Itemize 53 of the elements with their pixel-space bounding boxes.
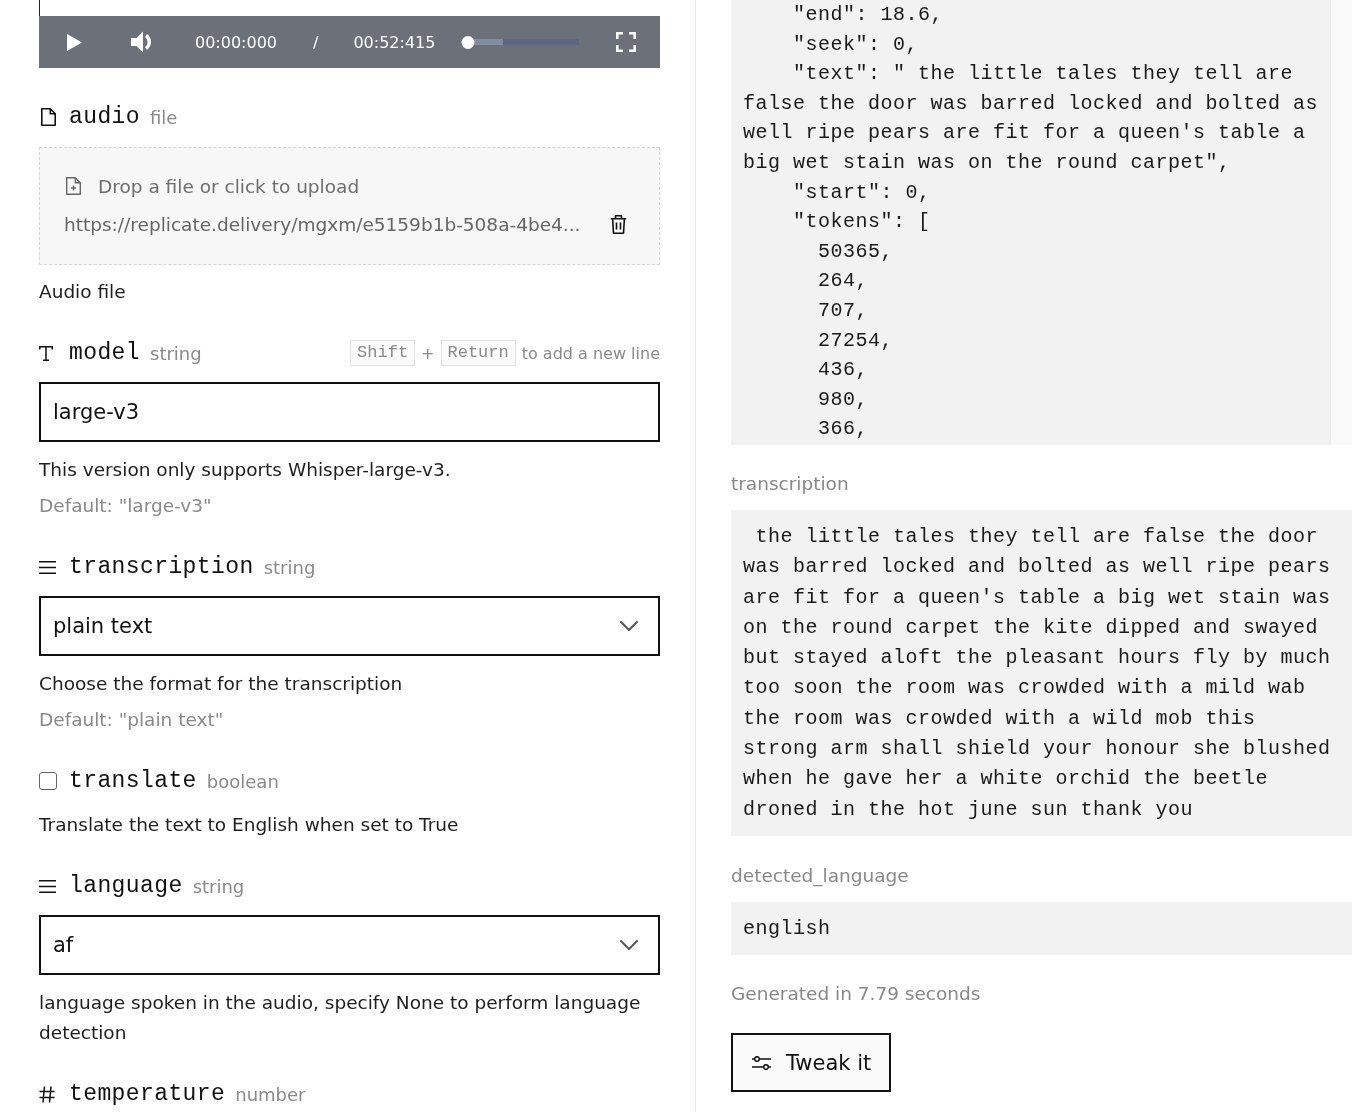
text-icon — [39, 345, 53, 361]
seek-thumb[interactable] — [461, 35, 475, 49]
field-name: model — [69, 340, 140, 366]
trash-icon[interactable] — [610, 214, 627, 234]
json-output: "end": 18.6, "seek": 0, "text": " the little tales they tell are false the door was barred locked and bolted as well ripe pears are fit for a queen's table a big wet stain was on the round carpet", "start": 0, "tokens": [ 50365, 264, 707, 27254, 436, 980, 366, — [742, 2, 1320, 443]
current-time: 00:00:000 — [195, 32, 278, 52]
key-cap: Return — [440, 340, 516, 366]
help-text: Choose the format for the transcription — [39, 672, 404, 696]
file-url: https://replicate.delivery/mgxm/e5159b1b-508a-4be4... — [64, 213, 581, 235]
lines-icon — [39, 560, 56, 574]
default-value: Default: "large-v3" — [39, 494, 213, 518]
field-name: temperature — [69, 1081, 226, 1107]
output-label: transcription — [731, 472, 850, 496]
file-drop-zone[interactable]: Drop a file or click to upload https://replicate.delivery/mgxm/e5159b1b-508a-4be4... — [39, 147, 660, 265]
field-type: boolean — [206, 770, 279, 792]
field-name: audio — [69, 104, 140, 130]
field-name: transcription — [69, 554, 254, 580]
field-type: number — [235, 1083, 306, 1105]
text-input[interactable]: large-v3 — [39, 382, 660, 442]
help-text: This version only supports Whisper-large-v3. — [39, 458, 452, 482]
upload-prompt: Drop a file or click to upload — [98, 175, 360, 197]
field-type: string — [150, 342, 202, 364]
help-text: Audio file — [39, 280, 127, 304]
file-plus-icon — [66, 177, 81, 195]
chevron-down-icon — [620, 621, 638, 631]
field-type: file — [150, 106, 178, 128]
duration: 00:52:415 — [353, 32, 436, 52]
field-type: string — [192, 875, 245, 897]
output-value: english — [731, 901, 1352, 956]
field-type: string — [263, 556, 316, 578]
hint-text: to add a new line — [521, 343, 660, 363]
help-text: language spoken in the audio, specify None to perform language detection — [39, 991, 642, 1045]
help-text: Translate the text to English when set to True — [39, 813, 460, 837]
field-name: language — [69, 873, 183, 899]
file-icon — [41, 108, 56, 126]
lines-icon — [39, 879, 56, 893]
chevron-down-icon — [620, 940, 638, 950]
output-value: the little tales they tell are false the door was barred locked and bolted as well ripe pears are fit for a queen's table a big wet stain was on the round carpet the kite dipped and swayed but stayed aloft the pleasant hours fly by much too soon the room was crowded with a mild wab the room was crowded with a wild mob this strong arm shall shield your honour she blushed when he gave her a white orchid the beetle droned in the hot june sun thank you — [731, 510, 1352, 836]
generation-time: Generated in 7.79 seconds — [731, 982, 982, 1007]
select-field[interactable]: plain text — [39, 596, 660, 656]
hash-icon — [39, 1085, 55, 1103]
fullscreen-icon[interactable] — [616, 32, 636, 52]
checkbox[interactable] — [39, 772, 57, 790]
tweak-button[interactable]: Tweak it — [731, 1033, 891, 1093]
field-name: translate — [69, 768, 197, 794]
time-separator: / — [313, 32, 319, 52]
play-icon[interactable] — [67, 33, 82, 51]
default-value: Default: "plain text" — [39, 708, 225, 732]
key-cap: Shift — [350, 340, 416, 366]
sliders-icon — [752, 1055, 771, 1070]
key-joiner: + — [421, 343, 435, 363]
output-label: detected_language — [731, 863, 910, 889]
select-field[interactable]: af — [39, 915, 660, 975]
